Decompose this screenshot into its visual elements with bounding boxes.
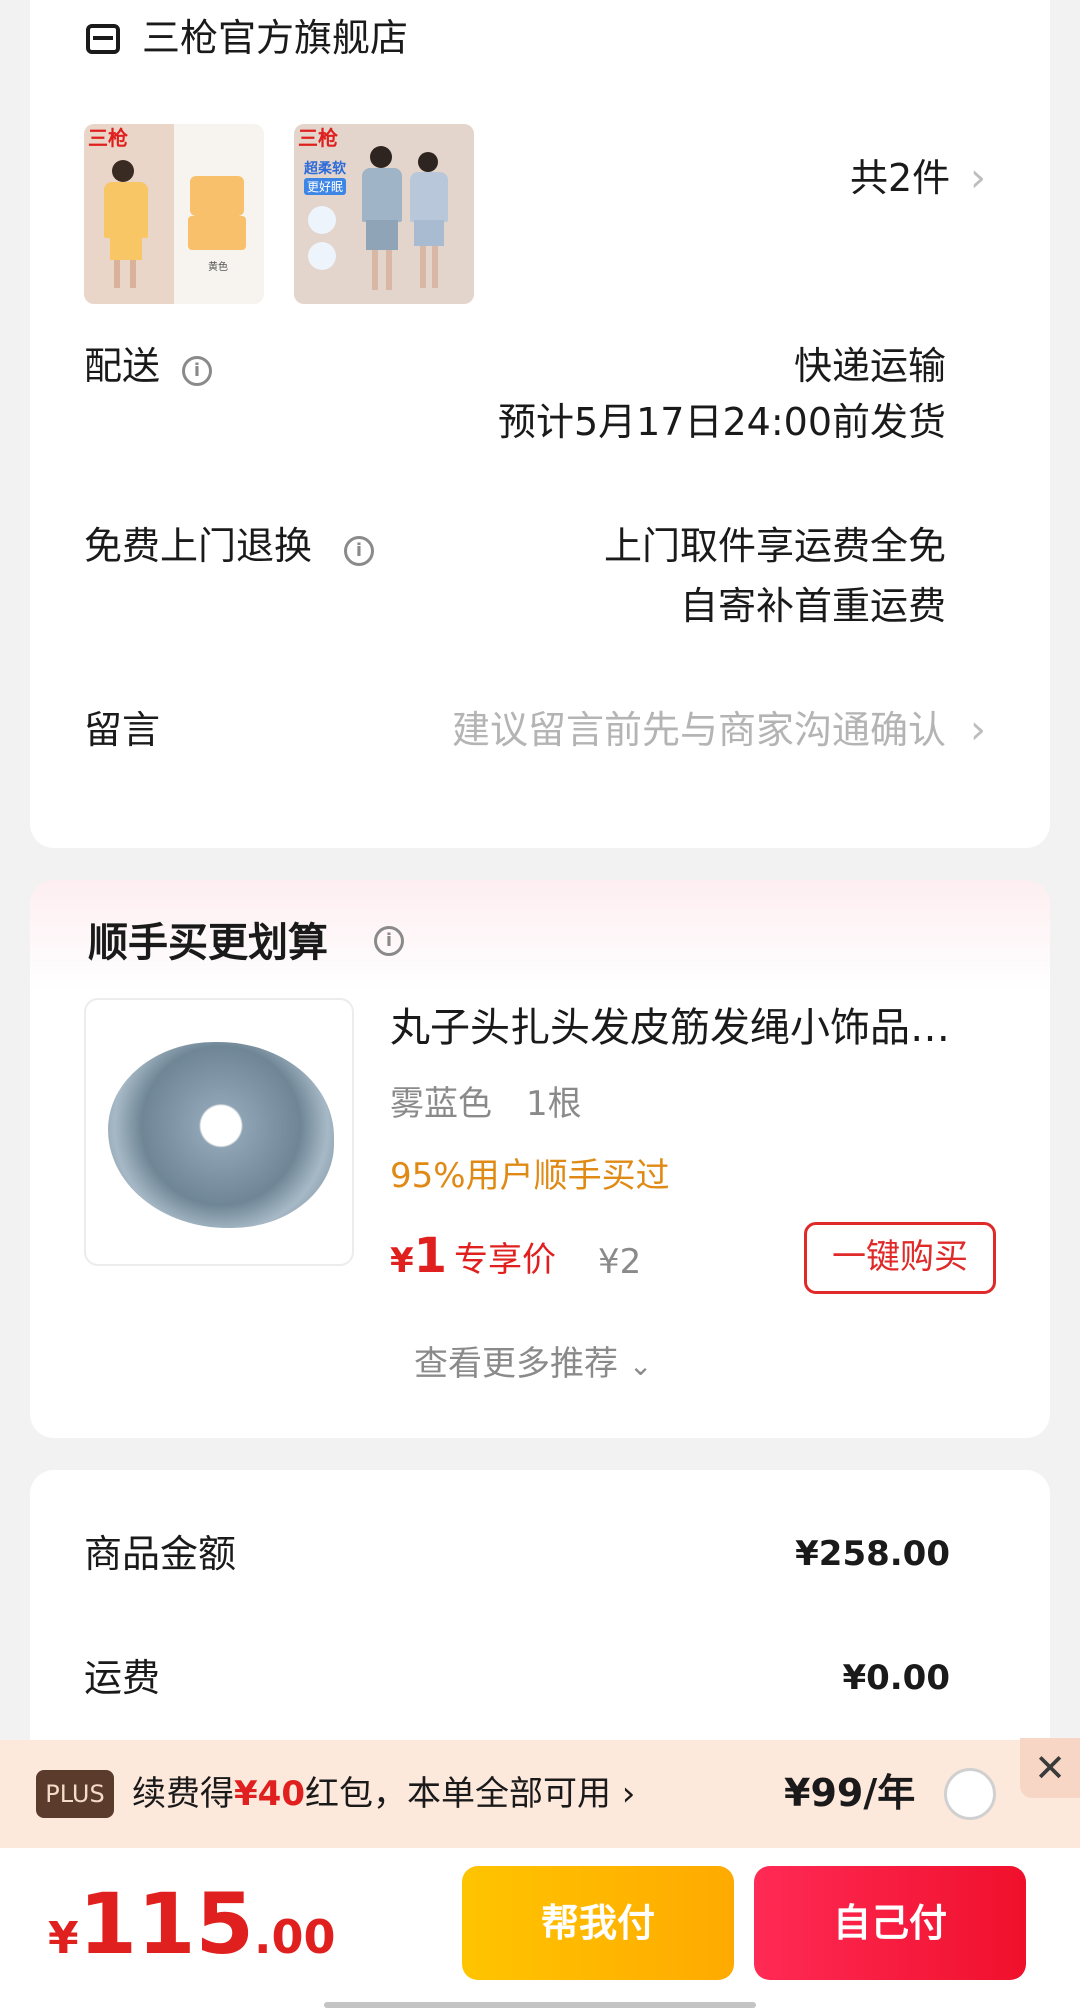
checkout-bar: ¥115.00 帮我付 自己付 — [0, 1848, 1080, 2016]
total-symbol: ¥ — [48, 1913, 79, 1964]
plus-price: ¥99/年 — [784, 1771, 916, 1815]
info-icon[interactable]: i — [374, 926, 404, 956]
chevron-down-icon: ⌄ — [628, 1349, 653, 1382]
product-thumb-2[interactable]: 三枪 超柔软 更好眠 — [294, 124, 474, 304]
close-icon[interactable]: ✕ — [1020, 1738, 1080, 1798]
brand-logo: 三枪 — [88, 126, 128, 150]
goods-amount-label: 商品金额 — [84, 1532, 237, 1576]
addon-social-proof: 95%用户顺手买过 — [390, 1156, 670, 1196]
summary-card: 商品金额 ¥258.00 运费 ¥0.00 — [30, 1470, 1050, 1770]
store-name[interactable]: 三枪官方旗舰店 — [142, 14, 408, 62]
chevron-right-icon[interactable]: › — [970, 708, 986, 752]
addon-product-name[interactable]: 丸子头扎头发皮筋发绳小饰品… — [390, 1002, 1010, 1054]
addon-product-image[interactable] — [84, 998, 354, 1266]
plus-select-radio[interactable] — [944, 1768, 996, 1820]
plus-text-post: 红包，本单全部可用 — [304, 1774, 611, 1814]
chevron-right-icon: › — [621, 1774, 636, 1814]
one-click-buy-button[interactable]: 一键购买 — [804, 1222, 996, 1294]
plus-badge: PLUS — [36, 1770, 114, 1818]
help-me-pay-button[interactable]: 帮我付 — [462, 1866, 734, 1980]
total-decimal: .00 — [253, 1910, 336, 1964]
goods-amount-value: ¥258.00 — [795, 1534, 950, 1574]
delivery-eta: 预计5月17日24:00前发货 — [497, 400, 946, 444]
shipping-fee-label: 运费 — [84, 1656, 161, 1700]
product-thumb-1[interactable]: 三枪 黄色 — [84, 124, 264, 304]
message-label: 留言 — [84, 708, 161, 752]
delivery-label: 配送 — [84, 344, 161, 388]
badge-sleep: 更好眠 — [304, 178, 347, 195]
return-label: 免费上门退换 — [84, 524, 313, 568]
total-integer: 115 — [78, 1875, 254, 1973]
addon-price-tag: 专享价 — [454, 1240, 556, 1280]
more-label: 查看更多推荐 — [414, 1344, 618, 1384]
addon-price: ¥1 — [390, 1228, 447, 1295]
chevron-right-icon[interactable]: › — [970, 156, 986, 200]
addon-product-spec: 雾蓝色 1根 — [390, 1084, 582, 1124]
plus-offer-text[interactable]: 续费得¥40红包，本单全部可用 › — [132, 1770, 635, 1818]
total-price: ¥115.00 — [48, 1876, 335, 1972]
more-recommendations-link[interactable]: 查看更多推荐 ⌄ — [414, 1342, 652, 1388]
order-card: 三枪官方旗舰店 三枪 黄色 三枪 超柔软 更好眠 共2件 › 配送 i 快递运输… — [30, 0, 1050, 848]
info-icon[interactable]: i — [182, 356, 212, 386]
plus-text-pre: 续费得 — [132, 1774, 234, 1814]
home-indicator — [324, 2002, 756, 2008]
brand-logo: 三枪 — [298, 126, 338, 150]
item-count[interactable]: 共2件 — [850, 154, 950, 202]
plus-text-amount: ¥40 — [234, 1774, 305, 1814]
message-input[interactable]: 建议留言前先与商家沟通确认 — [296, 706, 946, 754]
price-symbol: ¥ — [390, 1241, 414, 1281]
return-line-2: 自寄补首重运费 — [679, 584, 946, 628]
return-line-1: 上门取件享运费全免 — [603, 524, 946, 568]
plus-membership-bar[interactable]: PLUS 续费得¥40红包，本单全部可用 › ¥99/年 ✕ — [0, 1738, 1080, 1848]
addon-title: 顺手买更划算 — [88, 920, 328, 966]
delivery-method: 快递运输 — [793, 344, 946, 388]
shipping-fee-value: ¥0.00 — [842, 1658, 950, 1698]
color-label: 黄色 — [208, 262, 228, 273]
price-value: 1 — [413, 1228, 448, 1284]
addon-card: 顺手买更划算 i 丸子头扎头发皮筋发绳小饰品… 雾蓝色 1根 95%用户顺手买过… — [30, 880, 1050, 1438]
badge-soft: 超柔软 — [304, 161, 346, 177]
pay-myself-button[interactable]: 自己付 — [754, 1866, 1026, 1980]
store-icon — [86, 24, 120, 54]
addon-original-price: ¥2 — [598, 1242, 642, 1282]
